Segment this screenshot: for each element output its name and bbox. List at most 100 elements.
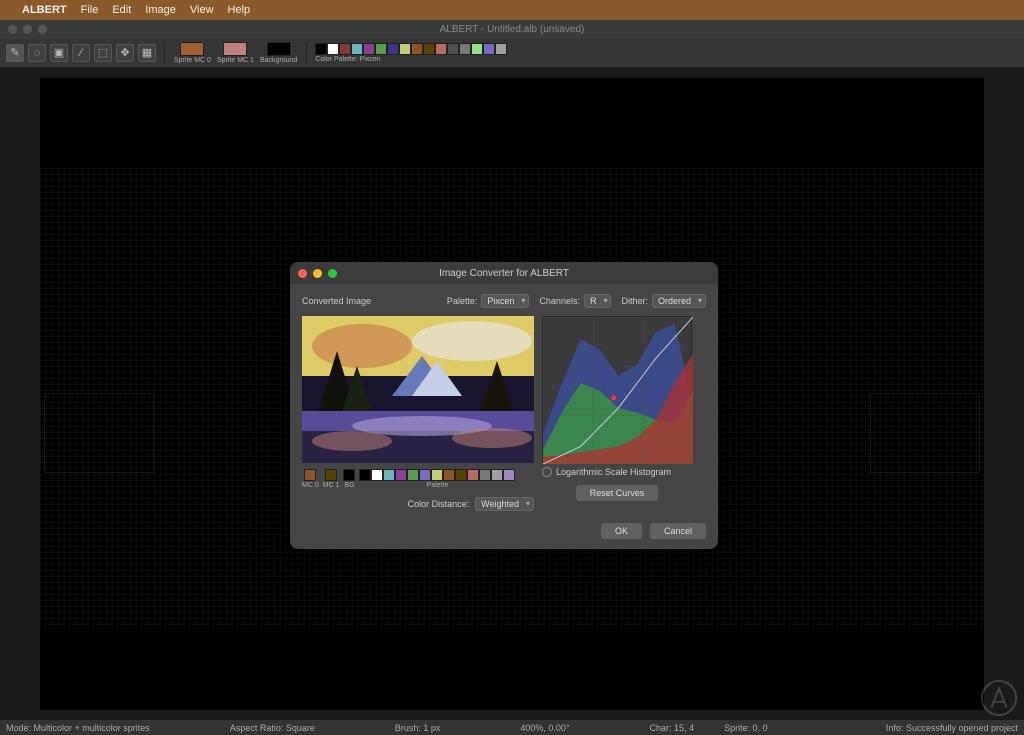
swatch-label: Sprite MC 0 <box>174 57 211 64</box>
color-distance-row: Color Distance: Weighted <box>302 497 534 511</box>
close-window-icon[interactable] <box>8 25 17 34</box>
swatch-sprite-mc0[interactable]: Sprite MC 0 <box>174 42 211 64</box>
palette-swatch[interactable] <box>443 469 455 481</box>
menu-view[interactable]: View <box>190 4 214 16</box>
palette-group-label: Palette <box>427 482 449 489</box>
palette-swatch[interactable] <box>447 43 459 55</box>
swatch-color-mc1[interactable] <box>223 42 247 56</box>
status-char: Char: 15, 4 <box>650 723 695 733</box>
palette-swatch[interactable] <box>471 43 483 55</box>
palette-label: Palette: <box>447 296 478 306</box>
palette-swatch[interactable] <box>467 469 479 481</box>
dither-label: Dither: <box>621 296 648 306</box>
minimize-window-icon[interactable] <box>23 25 32 34</box>
window-titlebar: ALBERT - Untitled.alb (unsaved) <box>0 20 1024 38</box>
palette-swatch[interactable] <box>351 43 363 55</box>
swatch-color-bg[interactable] <box>267 42 291 56</box>
tool-fill[interactable]: ▣ <box>50 44 68 62</box>
swatch-color-mc0[interactable] <box>180 42 204 56</box>
menu-help[interactable]: Help <box>228 4 251 16</box>
palette-swatch[interactable] <box>411 43 423 55</box>
tool-grid[interactable]: ▦ <box>138 44 156 62</box>
reset-curves-button[interactable]: Reset Curves <box>576 485 659 501</box>
color-distance-label: Color Distance: <box>408 499 470 509</box>
palette-swatch[interactable] <box>503 469 515 481</box>
palette-swatch[interactable] <box>325 469 337 481</box>
menu-edit[interactable]: Edit <box>112 4 131 16</box>
log-histogram-toggle[interactable]: Logarithmic Scale Histogram <box>542 467 692 477</box>
palette-swatch[interactable] <box>371 469 383 481</box>
dialog-palette-row: MC 0MC 1BGPalette <box>302 469 534 489</box>
palette-swatch[interactable] <box>479 469 491 481</box>
statusbar: Mode: Multicolor + multicolor sprites As… <box>0 720 1024 735</box>
sprite-guide-left <box>44 393 154 473</box>
converted-image-label: Converted Image <box>302 296 371 306</box>
app-logo-watermark <box>980 679 1018 717</box>
histogram-column: Logarithmic Scale Histogram Reset Curves <box>542 316 692 511</box>
tool-eyedropper[interactable]: ⁄ <box>72 44 90 62</box>
dither-select[interactable]: Ordered <box>652 294 706 308</box>
maximize-window-icon[interactable] <box>38 25 47 34</box>
palette-swatch[interactable] <box>435 43 447 55</box>
tool-lasso[interactable]: ◌ <box>28 44 46 62</box>
palette-select[interactable]: Pixcen <box>481 294 529 308</box>
histogram-chart[interactable] <box>542 316 692 463</box>
palette-swatch[interactable] <box>343 469 355 481</box>
status-info: Info: Successfully opened project <box>886 723 1018 733</box>
dialog-traffic-lights <box>298 269 337 278</box>
ok-button[interactable]: OK <box>601 523 642 539</box>
dialog-close-icon[interactable] <box>298 269 307 278</box>
palette-swatch[interactable] <box>387 43 399 55</box>
palette-swatch[interactable] <box>315 43 327 55</box>
palette-swatch[interactable] <box>399 43 411 55</box>
dialog-top-row: Converted Image Palette: Pixcen Channels… <box>302 294 706 308</box>
dialog-minimize-icon[interactable] <box>313 269 322 278</box>
swatch-sprite-mc1[interactable]: Sprite MC 1 <box>217 42 254 64</box>
dialog-titlebar: Image Converter for ALBERT <box>290 262 718 284</box>
dialog-body: Converted Image Palette: Pixcen Channels… <box>290 284 718 549</box>
palette-swatch[interactable] <box>423 43 435 55</box>
palette-swatch[interactable] <box>395 469 407 481</box>
palette-swatch[interactable] <box>359 469 371 481</box>
cancel-button[interactable]: Cancel <box>650 523 706 539</box>
histogram-grid <box>543 317 691 462</box>
channels-select[interactable]: R <box>584 294 612 308</box>
palette-swatch[interactable] <box>304 469 316 481</box>
dialog-title: Image Converter for ALBERT <box>439 268 569 279</box>
checkbox-icon[interactable] <box>542 467 552 477</box>
palette-swatch[interactable] <box>375 43 387 55</box>
palette-swatch[interactable] <box>459 43 471 55</box>
channels-selector: Channels: R <box>539 294 611 308</box>
color-distance-select[interactable]: Weighted <box>475 497 534 511</box>
menu-image[interactable]: Image <box>145 4 176 16</box>
palette-swatch[interactable] <box>407 469 419 481</box>
dialog-zoom-icon[interactable] <box>328 269 337 278</box>
status-aspect: Aspect Ratio: Square <box>230 723 315 733</box>
palette-swatch[interactable] <box>339 43 351 55</box>
palette-group: Palette <box>359 469 515 489</box>
palette-group: BG <box>343 469 355 489</box>
palette-swatch[interactable] <box>419 469 431 481</box>
palette-swatch[interactable] <box>431 469 443 481</box>
palette-swatch[interactable] <box>491 469 503 481</box>
app-menu[interactable]: ALBERT <box>22 4 67 16</box>
dither-selector: Dither: Ordered <box>621 294 706 308</box>
tool-select[interactable]: ⬚ <box>94 44 112 62</box>
swatch-background[interactable]: Background <box>260 42 297 64</box>
palette-swatch[interactable] <box>495 43 507 55</box>
tool-pencil[interactable]: ✎ <box>6 44 24 62</box>
menu-file[interactable]: File <box>81 4 99 16</box>
converted-image-preview[interactable] <box>302 316 534 463</box>
palette-swatch[interactable] <box>327 43 339 55</box>
window-traffic-lights <box>8 25 47 34</box>
tool-move[interactable]: ✥ <box>116 44 134 62</box>
status-mode: Mode: Multicolor + multicolor sprites <box>6 723 150 733</box>
channels-label: Channels: <box>539 296 580 306</box>
palette-swatch[interactable] <box>383 469 395 481</box>
palette-swatch[interactable] <box>363 43 375 55</box>
palette-label: Color Palette: Pixcen <box>315 56 380 63</box>
palette-group: MC 1 <box>323 469 340 489</box>
palette-swatch[interactable] <box>455 469 467 481</box>
palette-row[interactable] <box>315 43 507 55</box>
palette-swatch[interactable] <box>483 43 495 55</box>
